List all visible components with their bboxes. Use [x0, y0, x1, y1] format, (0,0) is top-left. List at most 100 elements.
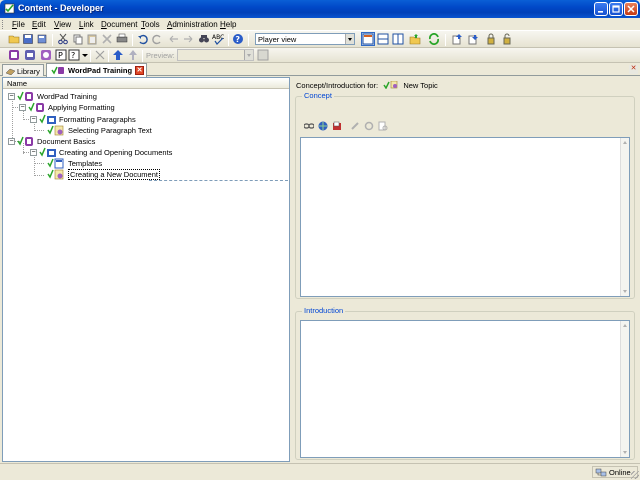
redo-icon[interactable] — [151, 33, 163, 45]
menu-link[interactable]: Link — [79, 20, 94, 29]
scroll-up-icon[interactable] — [623, 324, 627, 327]
close-tab-icon[interactable]: ✕ — [135, 66, 144, 75]
home-up-icon[interactable] — [112, 49, 124, 61]
delete-icon[interactable] — [101, 33, 113, 45]
lock-icon[interactable] — [486, 33, 498, 45]
maximize-icon — [612, 5, 620, 13]
scroll-down-icon[interactable] — [623, 290, 627, 293]
insert-web-page-icon[interactable] — [318, 121, 328, 131]
collapse-icon[interactable]: − — [19, 104, 26, 111]
tree-node-module[interactable]: − WordPad Training — [7, 91, 127, 102]
insert-package-icon[interactable] — [332, 121, 342, 131]
close-window-button[interactable] — [624, 2, 638, 16]
preview-document-icon[interactable] — [378, 121, 388, 131]
tree-node-web-page[interactable]: Templates — [43, 158, 123, 169]
topic-checked-icon — [47, 169, 64, 180]
chevron-down-icon[interactable] — [345, 34, 354, 44]
unlock-icon[interactable] — [502, 33, 514, 45]
menu-bar: File Edit View Link Document Tools Admin… — [0, 18, 640, 31]
scroll-down-icon[interactable] — [623, 451, 627, 454]
collapse-icon[interactable]: − — [8, 138, 15, 145]
chevron-down-icon[interactable] — [244, 50, 253, 60]
view-mode-select[interactable]: Player view — [255, 33, 355, 45]
preview-select[interactable] — [177, 49, 254, 61]
tree-node-label: Templates — [68, 159, 103, 168]
outline-icon[interactable] — [94, 49, 106, 61]
maximize-button[interactable] — [609, 2, 623, 16]
menu-edit[interactable]: Edit — [32, 20, 46, 29]
concept-legend: Concept — [302, 91, 334, 100]
title-bar: Content - Developer — [0, 0, 640, 18]
tree-node-label: Document Basics — [37, 137, 96, 146]
move-right-icon[interactable] — [182, 33, 194, 45]
cut-icon[interactable] — [57, 33, 69, 45]
copy-icon[interactable] — [72, 33, 84, 45]
menu-view[interactable]: View — [54, 20, 71, 29]
concept-editor[interactable] — [300, 137, 630, 297]
menu-file[interactable]: File — [12, 20, 25, 29]
refresh-icon[interactable] — [428, 33, 440, 45]
check-in-icon[interactable] — [451, 33, 463, 45]
tab-library[interactable]: Library — [2, 64, 44, 76]
paste-icon[interactable] — [86, 33, 98, 45]
tree-node-topic-selected[interactable]: Creating a New Document — [43, 169, 163, 180]
menu-document[interactable]: Document — [101, 20, 137, 29]
minimize-icon — [598, 11, 603, 13]
menu-administration[interactable]: Administration — [167, 20, 218, 29]
tree-node-section[interactable]: − Applying Formatting — [18, 102, 138, 113]
connection-status-label: Online — [609, 468, 631, 477]
folder-up-icon[interactable] — [409, 33, 421, 45]
online-connection-icon — [595, 468, 607, 477]
move-left-icon[interactable] — [168, 33, 180, 45]
document-tab-strip: Library WordPad Training ✕ ✕ — [0, 63, 640, 77]
new-topic-icon[interactable] — [40, 49, 52, 61]
standard-toolbar: ABC ? Player view — [0, 31, 640, 48]
concept-scrollbar[interactable] — [620, 138, 629, 296]
insert-package-icon[interactable]: P — [55, 49, 67, 61]
edit-pencil-icon[interactable] — [350, 121, 360, 131]
document-toolbar: P ? Preview: — [0, 48, 640, 63]
selected-item-name: New Topic — [403, 81, 438, 90]
tab-document-label: WordPad Training — [68, 66, 133, 75]
properties-icon[interactable] — [364, 121, 374, 131]
undo-icon[interactable] — [137, 33, 149, 45]
menu-help[interactable]: Help — [220, 20, 236, 29]
check-out-icon[interactable] — [467, 33, 479, 45]
tree-node-topic[interactable]: Selecting Paragraph Text — [43, 125, 183, 136]
tree-node-section[interactable]: − Document Basics — [7, 136, 127, 147]
tree-node-topic-group[interactable]: − Formatting Paragraphs — [29, 114, 159, 125]
new-module-icon[interactable] — [8, 49, 20, 61]
open-folder-icon[interactable] — [8, 33, 20, 45]
tab-wordpad-training[interactable]: WordPad Training ✕ — [46, 63, 147, 77]
introduction-editor[interactable] — [300, 320, 630, 458]
resize-grip[interactable] — [631, 471, 639, 479]
concept-pane-header: Concept/Introduction for: New Topic — [296, 80, 438, 90]
help-icon[interactable]: ? — [232, 33, 244, 45]
introduction-scrollbar[interactable] — [620, 321, 629, 457]
collapse-icon[interactable]: − — [30, 149, 37, 156]
outline-column-header[interactable]: Name — [3, 78, 289, 89]
menu-tools[interactable]: Tools — [141, 20, 160, 29]
save-all-icon[interactable] — [36, 33, 48, 45]
concept-groupbox: Concept — [295, 91, 635, 299]
promote-icon[interactable] — [127, 49, 139, 61]
find-icon[interactable] — [198, 33, 210, 45]
tree-node-label: Creating a New Document — [68, 169, 160, 180]
save-icon[interactable] — [22, 33, 34, 45]
module-checked-icon — [17, 91, 33, 101]
tree-node-topic-group[interactable]: − Creating and Opening Documents — [29, 147, 189, 158]
new-section-icon[interactable] — [24, 49, 36, 61]
print-icon[interactable] — [116, 33, 128, 45]
preview-go-icon[interactable] — [257, 49, 269, 61]
collapse-icon[interactable]: − — [8, 93, 15, 100]
svg-text:?: ? — [71, 51, 75, 60]
collapse-icon[interactable]: − — [30, 116, 37, 123]
layout-split-horizontal-icon[interactable] — [377, 33, 389, 45]
link-icon[interactable] — [304, 121, 314, 131]
window-title: Content - Developer — [18, 3, 104, 13]
scroll-up-icon[interactable] — [623, 141, 627, 144]
layout-split-vertical-icon[interactable] — [392, 33, 404, 45]
spelling-icon[interactable]: ABC — [212, 33, 224, 45]
close-document-icon[interactable]: ✕ — [629, 65, 638, 74]
minimize-button[interactable] — [594, 2, 608, 16]
